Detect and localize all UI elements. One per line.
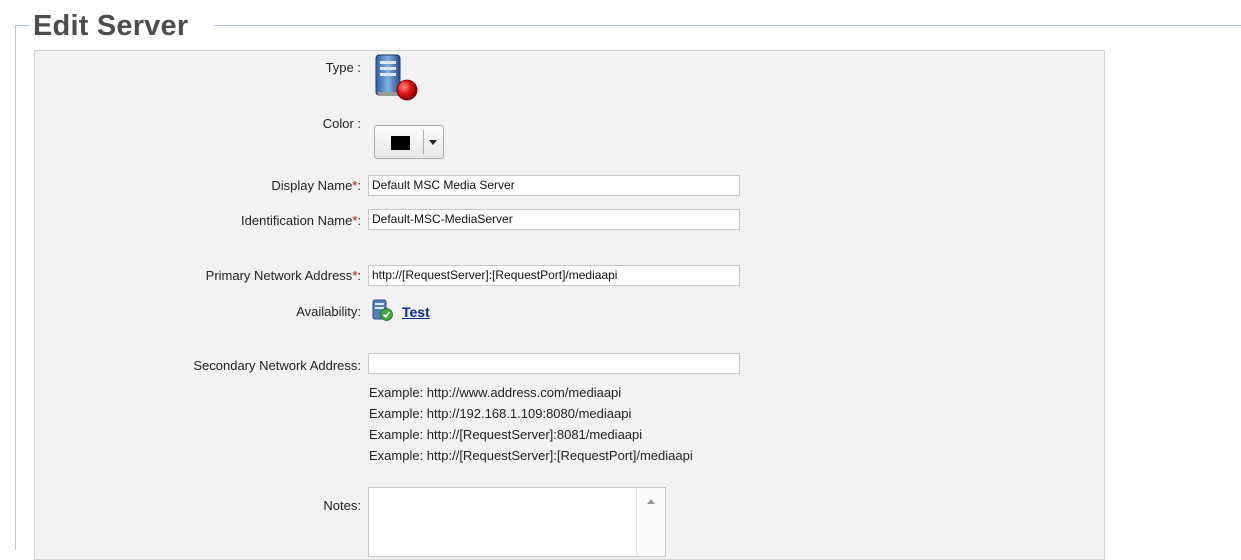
fieldset-border-top-left xyxy=(15,25,29,26)
availability-label: Availability: xyxy=(296,304,361,319)
identification-name-label-text: Identification Name xyxy=(241,213,353,228)
type-label: Type : xyxy=(325,60,361,75)
identification-name-input[interactable]: Default-MSC-MediaServer xyxy=(368,209,740,230)
scroll-up-arrow-icon[interactable] xyxy=(647,499,655,504)
test-availability-link[interactable]: Test xyxy=(402,304,430,320)
example-text: Example: http://[RequestServer]:8081/med… xyxy=(369,427,643,442)
color-swatch xyxy=(391,136,410,150)
example-text: Example: http://192.168.1.109:8080/media… xyxy=(369,406,632,421)
notes-label: Notes: xyxy=(323,498,361,513)
primary-address-label-text: Primary Network Address xyxy=(205,268,353,283)
primary-address-label: Primary Network Address*: xyxy=(206,268,361,283)
label-suffix: : xyxy=(357,178,361,193)
label-suffix: : xyxy=(357,268,361,283)
secondary-address-label: Secondary Network Address: xyxy=(193,358,361,373)
example-text: Example: http://www.address.com/mediaapi xyxy=(369,385,622,400)
color-picker-button[interactable] xyxy=(374,125,444,159)
display-name-label: Display Name*: xyxy=(271,178,361,193)
color-label: Color : xyxy=(322,116,361,131)
edit-server-form-panel xyxy=(34,50,1105,560)
secondary-address-input[interactable] xyxy=(368,353,740,374)
display-name-input[interactable]: Default MSC Media Server xyxy=(368,175,740,196)
notes-textarea[interactable] xyxy=(368,487,666,557)
label-suffix: : xyxy=(357,213,361,228)
chevron-down-icon[interactable] xyxy=(429,140,437,145)
media-server-icon xyxy=(375,54,418,101)
fieldset-border-left xyxy=(15,25,16,550)
primary-address-input[interactable]: http://[RequestServer]:[RequestPort]/med… xyxy=(368,265,740,286)
color-picker-divider xyxy=(423,130,424,154)
server-check-icon xyxy=(372,299,393,321)
notes-scrollbar[interactable] xyxy=(636,488,665,556)
fieldset-border-top-right xyxy=(214,25,1241,26)
display-name-label-text: Display Name xyxy=(271,178,353,193)
example-text: Example: http://[RequestServer]:[Request… xyxy=(369,448,693,463)
page-title: Edit Server xyxy=(33,10,189,42)
identification-name-label: Identification Name*: xyxy=(241,213,361,228)
